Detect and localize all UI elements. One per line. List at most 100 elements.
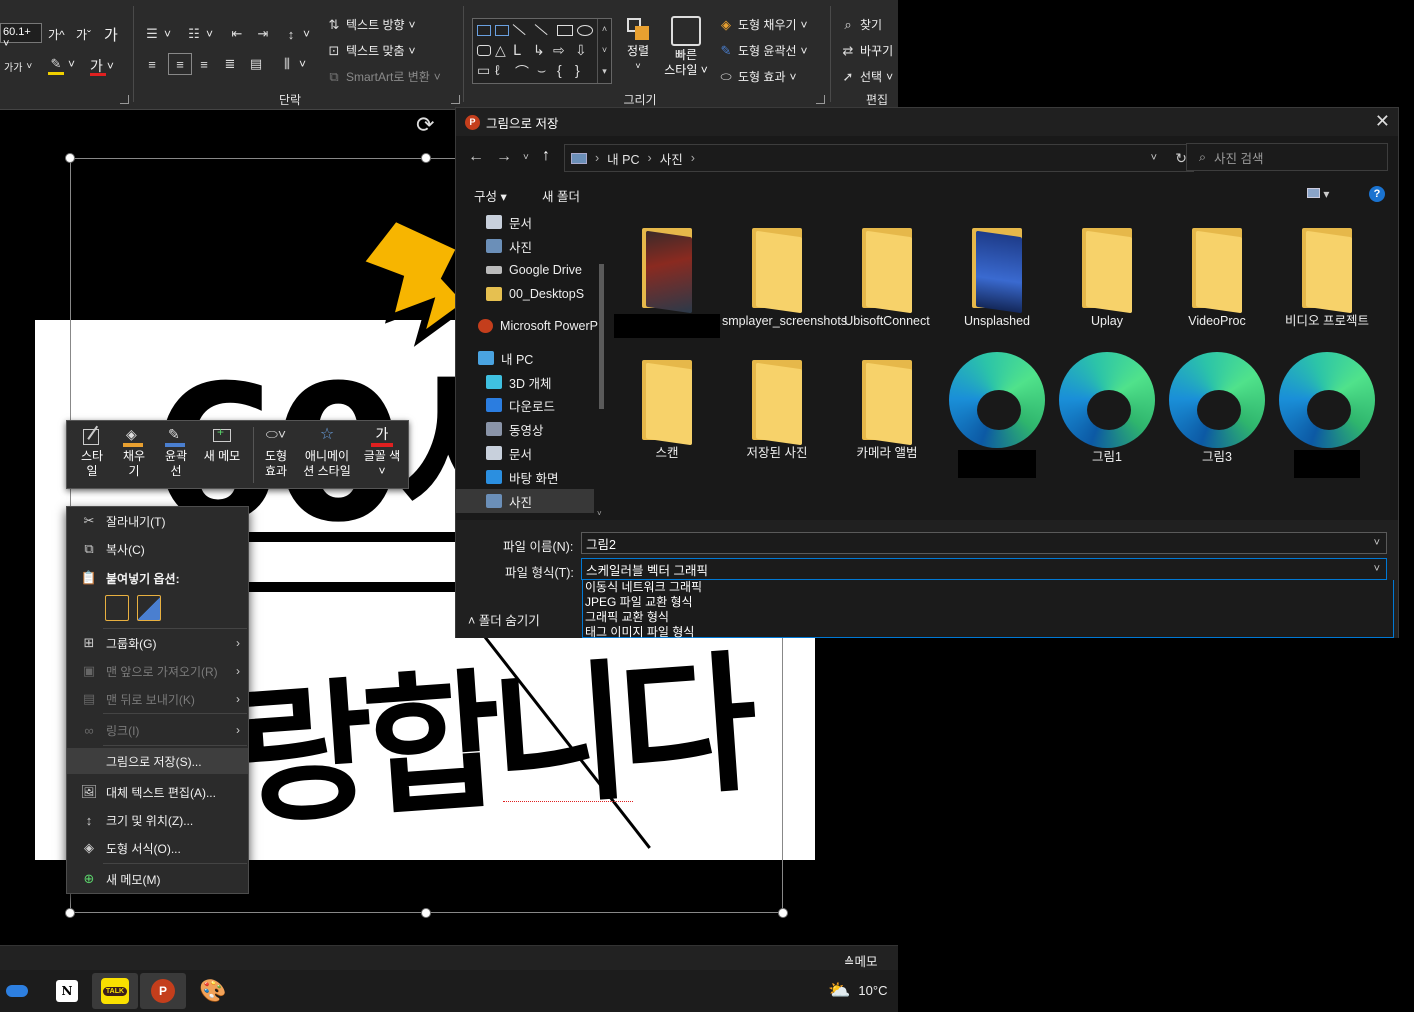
- rectangle-shape-icon[interactable]: [557, 25, 573, 36]
- gallery-scroll[interactable]: ˄ ˅ ▾: [597, 19, 611, 83]
- left-brace-shape-icon[interactable]: {: [557, 62, 562, 78]
- menu-item-group[interactable]: ⊞ 그룹화(G) ›: [67, 630, 248, 656]
- font-case-button[interactable]: 가가 ˅: [4, 59, 32, 74]
- menu-item-bring-front[interactable]: ▣ 맨 앞으로 가져오기(R) ›: [67, 658, 248, 684]
- font-color-button[interactable]: 가 ˅: [90, 56, 114, 76]
- nav-item-google-drive[interactable]: Google Drive📌: [486, 258, 611, 282]
- flowchart-shape-icon[interactable]: ▭: [477, 62, 490, 79]
- arrange-button[interactable]: 정렬 ˅: [620, 16, 656, 74]
- file-item[interactable]: Unsplashed: [942, 228, 1052, 329]
- style-button[interactable]: 스타 일: [75, 425, 109, 479]
- menu-item-edit-alt-text[interactable]: 🖼 대체 텍스트 편집(A)...: [67, 779, 248, 805]
- taskbar-app-1[interactable]: [0, 973, 40, 1009]
- drawing-dialog-launcher[interactable]: [816, 95, 825, 104]
- file-item[interactable]: smplayer_screenshots: [722, 228, 847, 329]
- right-brace-shape-icon[interactable]: }: [575, 62, 580, 78]
- menu-item-send-back[interactable]: ▤ 맨 뒤로 보내기(K) ›: [67, 686, 248, 712]
- file-item[interactable]: [612, 228, 722, 342]
- elbow-shape-icon[interactable]: ↳: [533, 42, 545, 59]
- numbering-button[interactable]: ☷ ˅: [186, 26, 213, 42]
- breadcrumb-item[interactable]: 사진: [660, 149, 683, 168]
- nav-item-desktops[interactable]: 00_DesktopS📌: [486, 282, 611, 306]
- back-button[interactable]: ←: [468, 148, 484, 166]
- filetype-option[interactable]: 그래픽 교환 형식: [583, 610, 1393, 625]
- nav-item-desktop[interactable]: 바탕 화면: [486, 465, 611, 489]
- resize-handle[interactable]: [65, 153, 75, 163]
- breadcrumb-item[interactable]: 내 PC: [607, 149, 639, 168]
- taskbar-notion[interactable]: N: [44, 973, 90, 1009]
- paste-as-picture-icon[interactable]: [137, 595, 161, 621]
- paragraph-dialog-launcher[interactable]: [451, 95, 460, 104]
- search-input[interactable]: ⌕ 사진 검색: [1186, 143, 1388, 171]
- align-center-button[interactable]: ≡: [168, 53, 192, 75]
- address-dropdown-icon[interactable]: ˅: [1151, 152, 1157, 164]
- select-button[interactable]: ➚ 선택 ˅: [840, 68, 894, 85]
- replace-button[interactable]: ⇄ 바꾸기: [840, 42, 894, 59]
- vertical-textbox-icon[interactable]: [495, 25, 509, 36]
- brace-shape-icon[interactable]: ⌣: [537, 62, 546, 79]
- connector-shape-icon[interactable]: ᒪ: [513, 42, 521, 59]
- triangle-shape-icon[interactable]: △: [495, 42, 506, 59]
- oval-shape-icon[interactable]: [577, 25, 593, 36]
- font-size-box[interactable]: 60.1+ ˅: [0, 23, 42, 50]
- file-item[interactable]: 카메라 앨범: [832, 360, 942, 461]
- nav-item-3d-objects[interactable]: 3D 개체: [486, 370, 611, 394]
- file-item[interactable]: [942, 352, 1052, 482]
- nav-item-this-pc[interactable]: 내 PC: [478, 346, 611, 370]
- new-folder-button[interactable]: 새 폴더: [542, 186, 580, 205]
- align-text-button[interactable]: ⊡ 텍스트 맞춤 ˅: [326, 42, 416, 59]
- find-button[interactable]: ⌕ 찾기: [840, 16, 882, 33]
- weather-widget[interactable]: ⛅ 10°C: [828, 980, 887, 1001]
- columns-button[interactable]: ⫼ ˅: [279, 56, 306, 72]
- menu-item-copy[interactable]: ⧉ 복사(C): [67, 536, 248, 562]
- arc-shape-icon[interactable]: ⌒: [515, 62, 529, 82]
- file-item[interactable]: VideoProc: [1162, 228, 1272, 329]
- close-icon[interactable]: ✕: [1375, 111, 1390, 132]
- taskbar-powerpoint[interactable]: P: [140, 973, 186, 1009]
- clear-format-button[interactable]: 가: [104, 24, 118, 45]
- nav-item-downloads[interactable]: 다운로드: [486, 393, 611, 417]
- quick-styles-button[interactable]: 빠른 스타일 ˅: [660, 16, 712, 78]
- nav-item-pictures[interactable]: 사진: [456, 489, 594, 513]
- menu-item-cut[interactable]: ✂ 잘라내기(T): [67, 508, 248, 534]
- curve-shape-icon[interactable]: ℓ: [495, 62, 500, 78]
- increase-indent-button[interactable]: ⇥: [255, 26, 271, 42]
- file-item[interactable]: 스캔: [612, 360, 722, 461]
- new-memo-button[interactable]: + 새 메모: [199, 425, 245, 464]
- down-arrow-shape-icon[interactable]: ⇩: [575, 42, 587, 59]
- nav-item-pictures-pinned[interactable]: 사진📌: [486, 234, 611, 258]
- grow-font-button[interactable]: 가^: [48, 26, 65, 43]
- nav-item-documents[interactable]: 문서: [486, 441, 611, 465]
- file-item[interactable]: Uplay: [1052, 228, 1162, 329]
- justify-button[interactable]: ≣: [222, 56, 238, 72]
- nav-scrollbar[interactable]: ˅: [596, 214, 606, 518]
- resize-handle[interactable]: [65, 908, 75, 918]
- paste-keep-source-icon[interactable]: [105, 595, 129, 621]
- filetype-option[interactable]: JPEG 파일 교환 형식: [583, 595, 1393, 610]
- up-button[interactable]: ↑: [542, 147, 550, 165]
- help-icon[interactable]: ?: [1369, 186, 1385, 202]
- animation-style-button[interactable]: ☆ 애니메이 션 스타일: [299, 427, 355, 479]
- address-bar[interactable]: › 내 PC › 사진 › ˅ ↻: [564, 144, 1194, 172]
- shape-fill-button[interactable]: ◈ 도형 채우기 ˅: [718, 16, 808, 33]
- taskbar-kakaotalk[interactable]: TALK: [92, 973, 138, 1009]
- memo-button[interactable]: ≙메모: [844, 951, 878, 970]
- distributed-button[interactable]: ▤: [248, 56, 264, 72]
- bullets-button[interactable]: ☰ ˅: [144, 26, 171, 42]
- rounded-rect-shape-icon[interactable]: [477, 45, 491, 56]
- filetype-select[interactable]: 스케일러블 벡터 그래픽 ˅: [581, 558, 1387, 580]
- filetype-option[interactable]: 이동식 네트워크 그래픽: [583, 580, 1393, 595]
- resize-handle[interactable]: [421, 153, 431, 163]
- file-item[interactable]: 비디오 프로젝트: [1272, 228, 1382, 329]
- file-item[interactable]: 저장된 사진: [722, 360, 832, 461]
- nav-item-powerpoint[interactable]: Microsoft PowerP: [478, 314, 598, 338]
- shrink-font-button[interactable]: 가ˇ: [76, 26, 91, 43]
- menu-item-format-shape[interactable]: ◈ 도형 서식(O)...: [67, 835, 248, 861]
- taskbar-paint[interactable]: 🎨: [190, 973, 236, 1009]
- text-direction-button[interactable]: ⇅ 텍스트 방향 ˅: [326, 16, 416, 33]
- resize-handle[interactable]: [778, 908, 788, 918]
- align-right-button[interactable]: ≡: [196, 56, 212, 72]
- right-arrow-shape-icon[interactable]: ⇨: [553, 42, 565, 59]
- nav-item-videos[interactable]: 동영상: [486, 417, 611, 441]
- menu-item-new-memo[interactable]: ⊕ 새 메모(M): [67, 866, 248, 892]
